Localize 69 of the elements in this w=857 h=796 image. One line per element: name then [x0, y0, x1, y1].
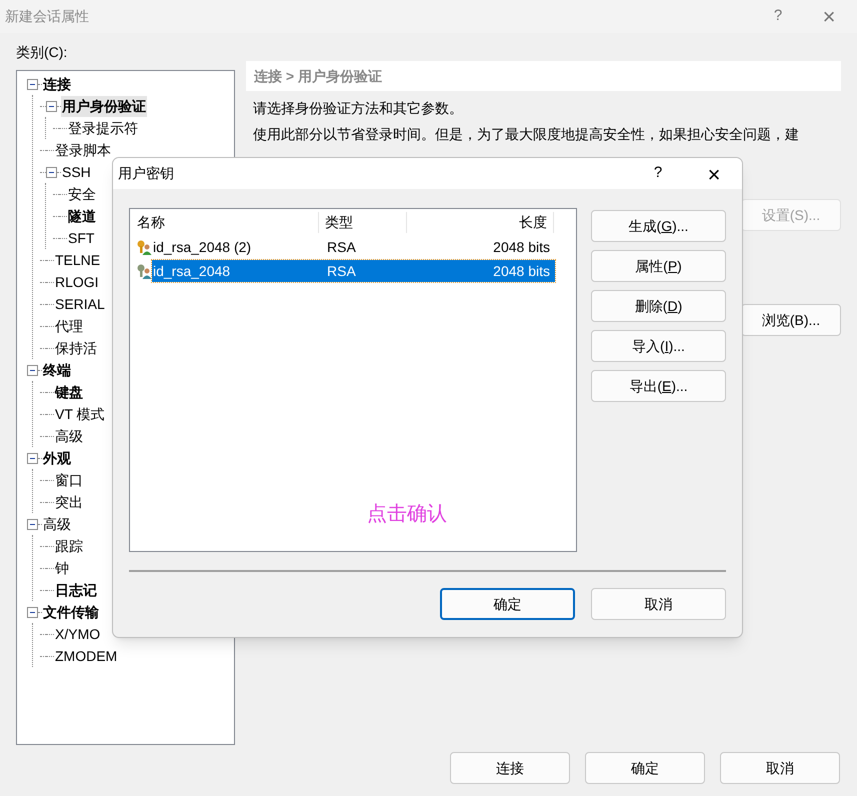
tree-item[interactable]: RLOGI [54, 272, 100, 292]
tree-item[interactable]: 代理 [54, 316, 84, 336]
footer-button[interactable]: 取消 [720, 752, 840, 784]
dialog-button[interactable]: 确定 [440, 588, 575, 620]
description-text: 请选择身份验证方法和其它参数。 [253, 100, 464, 117]
tree-item[interactable]: 高级 [42, 514, 72, 534]
key-action-button[interactable]: 生成(G)... [591, 210, 726, 242]
tree-item[interactable]: 文件传输 [42, 602, 100, 622]
key-row[interactable]: id_rsa_2048 RSA 2048 bits [152, 260, 555, 282]
collapse-icon[interactable] [27, 364, 38, 376]
tree-item[interactable]: 跟踪 [54, 536, 84, 556]
tree-item[interactable]: 登录提示符 [67, 118, 139, 138]
collapse-icon[interactable] [27, 78, 38, 90]
dialog-button[interactable]: 取消 [591, 588, 726, 620]
key-action-button[interactable]: 导出(E)... [591, 370, 726, 402]
tree-item[interactable]: 安全 [67, 184, 97, 204]
tree-item[interactable]: SFT [67, 228, 96, 248]
footer-button[interactable]: 确定 [585, 752, 705, 784]
tree-item[interactable]: 隧道 [67, 206, 97, 226]
key-name: id_rsa_2048 (2) [152, 238, 252, 257]
tree-item[interactable]: 保持活 [54, 338, 98, 358]
key-name: id_rsa_2048 [152, 262, 232, 281]
tree-item[interactable]: 钟 [54, 558, 70, 578]
tree-item[interactable]: 窗口 [54, 470, 84, 490]
window-title: 新建会话属性 [5, 7, 89, 26]
breadcrumb: 连接 > 用户身份验证 [254, 66, 382, 86]
tree-item[interactable]: TELNE [54, 250, 102, 270]
key-length: 2048 bits [492, 262, 550, 280]
dialog-title: 用户密钥 [118, 164, 174, 183]
key-user-icon [136, 239, 152, 255]
help-button[interactable]: ? [630, 158, 686, 189]
tree-item[interactable]: 日志记 [54, 580, 98, 600]
column-header[interactable]: 名称 [130, 212, 319, 232]
tree-item[interactable]: 连接 [42, 74, 72, 94]
background-button[interactable]: 浏览(B)... [741, 304, 841, 336]
description-text: 使用此部分以节省登录时间。但是，为了最大限度地提高安全性，如果担心安全问题，建 [253, 126, 800, 143]
key-length: 2048 bits [492, 238, 550, 256]
key-user-icon [136, 263, 152, 279]
help-button[interactable]: ? [755, 0, 801, 33]
tree-item[interactable]: SERIAL [54, 294, 106, 314]
key-type: RSA [326, 238, 357, 256]
key-action-button[interactable]: 删除(D) [591, 290, 726, 322]
column-header[interactable]: 长度 [407, 212, 554, 232]
tree-item[interactable]: 键盘 [54, 382, 84, 402]
collapse-icon[interactable] [46, 166, 57, 178]
collapse-icon[interactable] [27, 518, 38, 530]
annotation-text: 点击确认 [367, 502, 447, 527]
tree-item[interactable]: 终端 [42, 360, 72, 380]
collapse-icon[interactable] [46, 100, 57, 112]
column-header[interactable]: 类型 [319, 212, 407, 232]
key-action-button[interactable]: 导入(I)... [591, 330, 726, 362]
tree-item[interactable]: 用户身份验证 [61, 96, 147, 116]
footer-button[interactable]: 连接 [450, 752, 570, 784]
tree-item[interactable]: VT 模式 [54, 404, 106, 424]
tree-item[interactable]: 登录脚本 [54, 140, 112, 160]
tree-item[interactable]: 外观 [42, 448, 72, 468]
tree-item[interactable]: SSH [61, 162, 92, 182]
key-type: RSA [326, 262, 357, 280]
collapse-icon[interactable] [27, 452, 38, 464]
key-action-button[interactable]: 属性(P) [591, 250, 726, 282]
close-button[interactable]: × [801, 0, 857, 33]
tree-item[interactable]: 高级 [54, 426, 84, 446]
close-button[interactable]: × [686, 158, 742, 189]
tree-item[interactable]: X/YMO [54, 624, 102, 644]
tree-item[interactable]: ZMODEM [54, 646, 118, 666]
tree-item[interactable]: 突出 [54, 492, 84, 512]
collapse-icon[interactable] [27, 606, 38, 618]
category-label: 类别(C): [16, 43, 68, 61]
key-row[interactable]: id_rsa_2048 (2) RSA 2048 bits [152, 236, 555, 258]
